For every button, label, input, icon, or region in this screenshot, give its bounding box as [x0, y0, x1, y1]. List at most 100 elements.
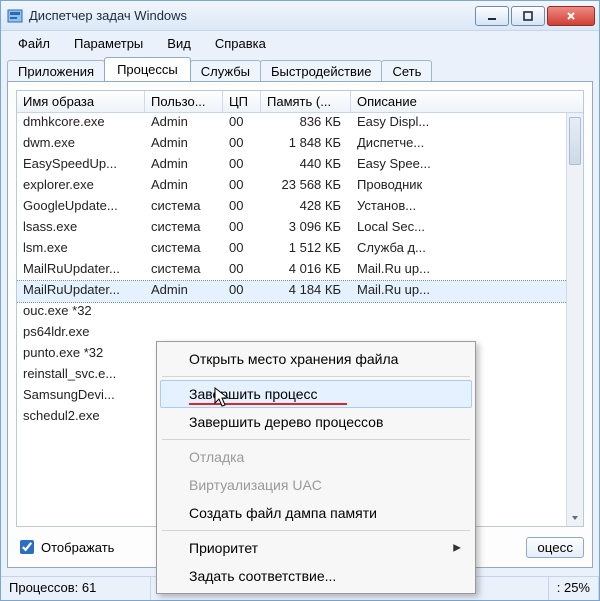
cell-user: система — [145, 239, 223, 260]
menu-view[interactable]: Вид — [156, 33, 202, 54]
cell-mem — [261, 302, 351, 323]
cell-name: MailRuUpdater... — [17, 281, 145, 302]
cell-desc — [351, 302, 461, 323]
cell-cpu: 00 — [223, 239, 261, 260]
end-process-button[interactable]: оцесс — [526, 537, 584, 558]
tab-applications[interactable]: Приложения — [7, 60, 105, 82]
table-row[interactable]: EasySpeedUp...Admin00440 КБEasy Spee... — [17, 155, 583, 176]
cell-cpu: 00 — [223, 155, 261, 176]
col-memory[interactable]: Память (... — [261, 91, 351, 112]
submenu-arrow-icon: ▶ — [453, 543, 461, 554]
cell-user: Admin — [145, 281, 223, 302]
col-image-name[interactable]: Имя образа — [17, 91, 145, 112]
cell-name: dmhkcore.exe — [17, 113, 145, 134]
table-row[interactable]: MailRuUpdater...Admin004 184 КБMail.Ru u… — [17, 281, 583, 302]
titlebar[interactable]: Диспетчер задач Windows — [1, 1, 599, 31]
menu-debug: Отладка — [160, 443, 472, 471]
cell-name: schedul2.exe — [17, 407, 145, 428]
menu-file[interactable]: Файл — [7, 33, 61, 54]
table-row[interactable]: lsass.exeсистема003 096 КБLocal Sec... — [17, 218, 583, 239]
table-row[interactable]: ouc.exe *32 — [17, 302, 583, 323]
column-headers: Имя образа Пользо... ЦП Память (... Опис… — [17, 91, 583, 113]
cell-desc: Mail.Ru up... — [351, 260, 461, 281]
cell-desc: Easy Spee... — [351, 155, 461, 176]
show-all-users-checkbox[interactable]: Отображать — [16, 537, 114, 557]
tab-processes[interactable]: Процессы — [104, 57, 191, 81]
menu-uac-virtualization: Виртуализация UAC — [160, 471, 472, 499]
col-user[interactable]: Пользо... — [145, 91, 223, 112]
cell-name: dwm.exe — [17, 134, 145, 155]
menu-priority-label: Приоритет — [189, 540, 258, 556]
maximize-button[interactable] — [511, 6, 545, 26]
cell-name: reinstall_svc.e... — [17, 365, 145, 386]
cell-desc: Easy Displ... — [351, 113, 461, 134]
tab-performance[interactable]: Быстродействие — [260, 60, 382, 82]
cell-user: система — [145, 260, 223, 281]
cell-user: Admin — [145, 176, 223, 197]
cell-name: ps64ldr.exe — [17, 323, 145, 344]
menu-end-process-label: Завершить процесс — [189, 386, 318, 402]
menu-bar: Файл Параметры Вид Справка — [1, 31, 599, 55]
menu-separator — [162, 439, 470, 440]
cell-mem: 4 184 КБ — [261, 281, 351, 302]
menu-separator — [162, 530, 470, 531]
col-description[interactable]: Описание — [351, 91, 461, 112]
menu-open-location[interactable]: Открыть место хранения файла — [160, 345, 472, 373]
cell-mem: 440 КБ — [261, 155, 351, 176]
tab-bar: Приложения Процессы Службы Быстродействи… — [1, 55, 599, 81]
cell-cpu: 00 — [223, 218, 261, 239]
cell-mem: 23 568 КБ — [261, 176, 351, 197]
cell-name: GoogleUpdate... — [17, 197, 145, 218]
cell-user: система — [145, 218, 223, 239]
col-cpu[interactable]: ЦП — [223, 91, 261, 112]
cell-name: lsass.exe — [17, 218, 145, 239]
cell-mem: 1 848 КБ — [261, 134, 351, 155]
process-context-menu: Открыть место хранения файла Завершить п… — [156, 341, 476, 594]
cell-cpu: 00 — [223, 134, 261, 155]
cell-name: SamsungDevi... — [17, 386, 145, 407]
cell-name: ouc.exe *32 — [17, 302, 145, 323]
table-row[interactable]: dwm.exeAdmin001 848 КБДиспетче... — [17, 134, 583, 155]
cell-mem: 3 096 КБ — [261, 218, 351, 239]
cell-user: Admin — [145, 113, 223, 134]
cell-desc: Служба д... — [351, 239, 461, 260]
cell-name: explorer.exe — [17, 176, 145, 197]
table-row[interactable]: lsm.exeсистема001 512 КБСлужба д... — [17, 239, 583, 260]
close-button[interactable] — [547, 6, 595, 26]
cell-cpu: 00 — [223, 113, 261, 134]
menu-help[interactable]: Справка — [204, 33, 277, 54]
app-icon — [7, 8, 23, 24]
menu-options[interactable]: Параметры — [63, 33, 154, 54]
cell-user: система — [145, 197, 223, 218]
tab-network[interactable]: Сеть — [381, 60, 432, 82]
annotation-underline — [189, 403, 347, 405]
scrollbar-thumb[interactable] — [569, 117, 581, 165]
menu-priority[interactable]: Приоритет ▶ — [160, 534, 472, 562]
cell-cpu: 00 — [223, 281, 261, 302]
cell-name: MailRuUpdater... — [17, 260, 145, 281]
menu-end-process-tree[interactable]: Завершить дерево процессов — [160, 408, 472, 436]
cell-cpu: 00 — [223, 197, 261, 218]
tab-services[interactable]: Службы — [190, 60, 261, 82]
cell-cpu: 00 — [223, 260, 261, 281]
cell-desc: Диспетче... — [351, 134, 461, 155]
cell-cpu — [223, 302, 261, 323]
cell-mem: 4 016 КБ — [261, 260, 351, 281]
cell-desc: Mail.Ru up... — [351, 281, 461, 302]
show-all-users-label: Отображать — [41, 540, 114, 555]
menu-end-process[interactable]: Завершить процесс — [160, 380, 472, 408]
menu-create-dump[interactable]: Создать файл дампа памяти — [160, 499, 472, 527]
cell-user: Admin — [145, 155, 223, 176]
menu-set-affinity[interactable]: Задать соответствие... — [160, 562, 472, 590]
minimize-button[interactable] — [475, 6, 509, 26]
scroll-down-icon[interactable] — [567, 509, 583, 526]
cell-user — [145, 302, 223, 323]
cell-mem: 836 КБ — [261, 113, 351, 134]
table-row[interactable]: GoogleUpdate...система00428 КБУстанов... — [17, 197, 583, 218]
show-all-users-input[interactable] — [20, 540, 34, 554]
table-row[interactable]: explorer.exeAdmin0023 568 КБПроводник — [17, 176, 583, 197]
table-row[interactable]: dmhkcore.exeAdmin00836 КБEasy Displ... — [17, 113, 583, 134]
table-row[interactable]: MailRuUpdater...система004 016 КБMail.Ru… — [17, 260, 583, 281]
vertical-scrollbar[interactable] — [566, 113, 583, 526]
cell-desc: Local Sec... — [351, 218, 461, 239]
